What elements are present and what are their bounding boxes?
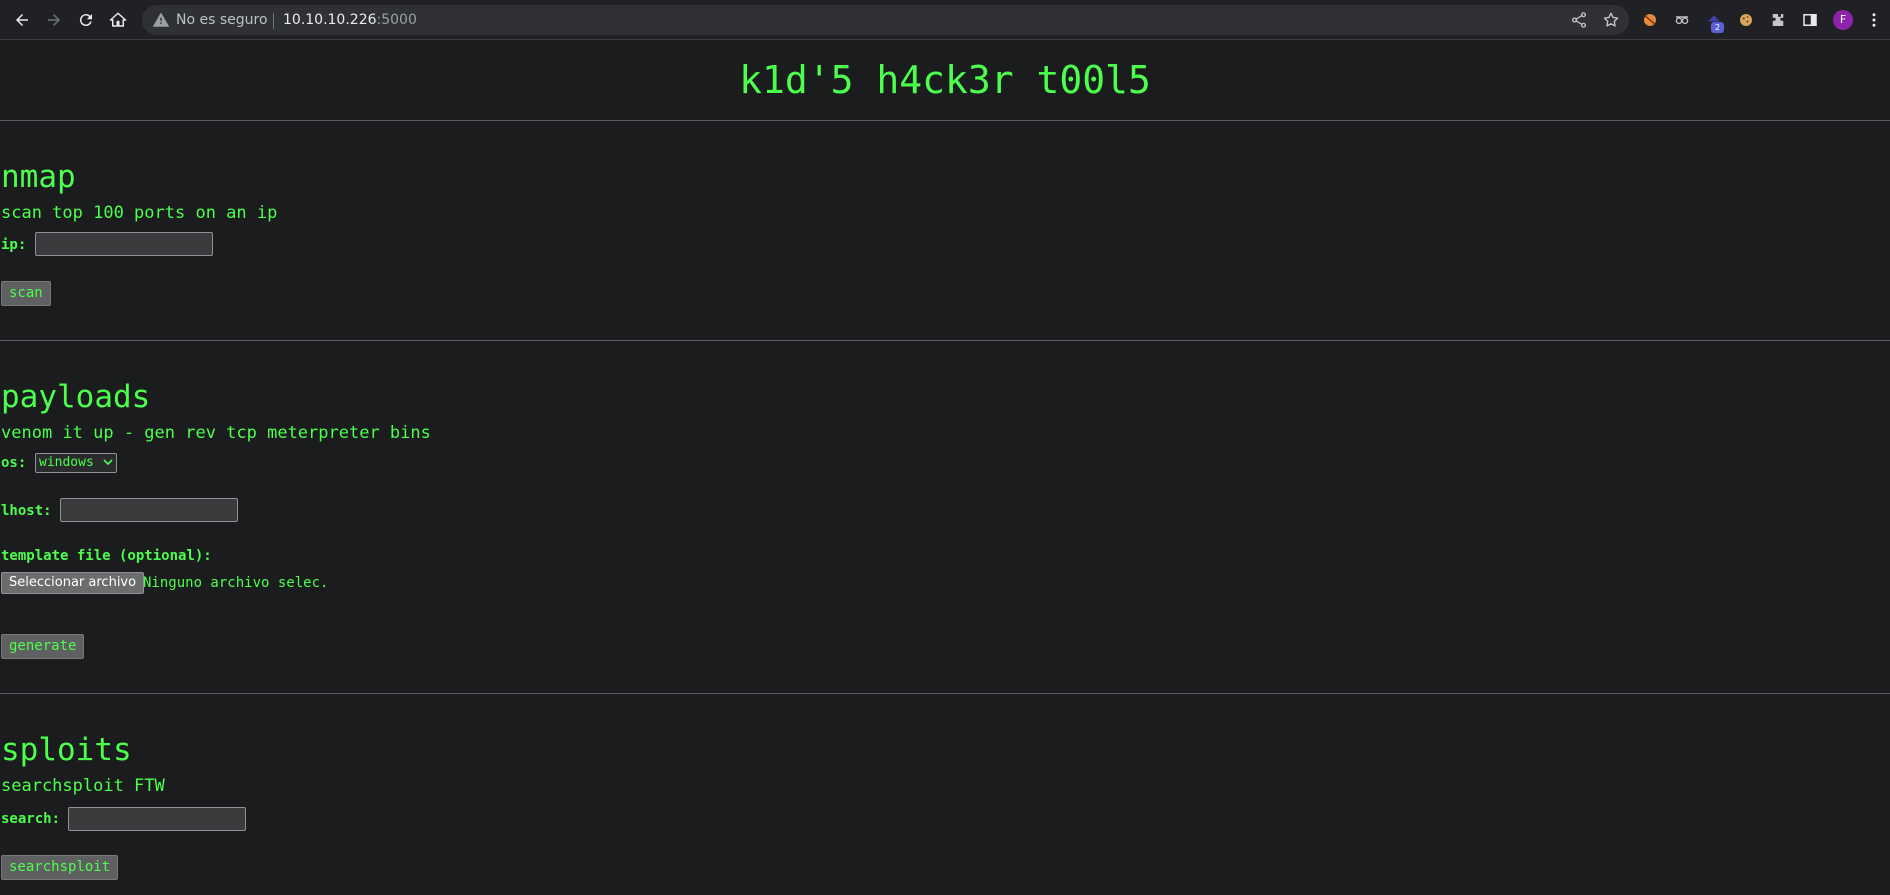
ip-input[interactable] [35, 232, 213, 256]
puzzle-icon[interactable] [1768, 10, 1788, 30]
extension-orange-icon[interactable] [1640, 10, 1660, 30]
divider [0, 120, 1890, 121]
lhost-label: lhost: [1, 503, 52, 519]
bookmark-star-icon[interactable] [1602, 11, 1620, 29]
share-icon[interactable] [1570, 11, 1588, 29]
extension-cookie-icon[interactable] [1736, 10, 1756, 30]
sploits-heading: sploits [1, 732, 132, 768]
payloads-heading: payloads [1, 379, 151, 415]
template-file-label: template file (optional): [1, 548, 212, 564]
file-status-text: Ninguno archivo selec. [143, 575, 329, 591]
generate-button[interactable]: generate [1, 634, 85, 659]
extension-badge: 2 [1711, 22, 1724, 33]
forward-icon[interactable] [42, 8, 66, 32]
ip-label: ip: [1, 237, 27, 253]
home-icon[interactable] [106, 8, 130, 32]
searchsploit-button[interactable]: searchsploit [1, 855, 119, 880]
reload-icon[interactable] [74, 8, 98, 32]
divider [0, 340, 1890, 341]
browser-toolbar: No es seguro 10.10.10.226:5000 2 F [0, 0, 1890, 40]
os-select-value: windows [39, 455, 94, 470]
url-port: :5000 [376, 12, 417, 28]
address-bar[interactable]: No es seguro 10.10.10.226:5000 [142, 5, 1629, 35]
search-input[interactable] [68, 807, 246, 831]
side-panel-icon[interactable] [1800, 10, 1820, 30]
os-label: os: [1, 455, 27, 471]
security-label[interactable]: No es seguro [176, 11, 268, 29]
nmap-heading: nmap [1, 159, 76, 195]
back-icon[interactable] [10, 8, 34, 32]
omnibox-divider [273, 13, 274, 29]
extension-spy-icon[interactable] [1672, 10, 1692, 30]
page-title: k1d'5 h4ck3r t00l5 [739, 58, 1151, 102]
choose-file-button[interactable]: Seleccionar archivo [1, 572, 145, 594]
divider [0, 693, 1890, 694]
payloads-description: venom it up - gen rev tcp meterpreter bi… [1, 423, 431, 443]
more-menu-icon[interactable] [1864, 10, 1884, 30]
scan-button[interactable]: scan [1, 281, 51, 306]
os-select[interactable]: windows [35, 453, 117, 473]
nmap-description: scan top 100 ports on an ip [1, 203, 278, 223]
lhost-input[interactable] [60, 498, 238, 522]
url-text[interactable]: 10.10.10.226:5000 [283, 11, 417, 29]
url-host: 10.10.10.226 [283, 12, 377, 28]
warning-icon[interactable] [152, 11, 170, 29]
chevron-down-icon [103, 459, 113, 466]
sploits-description: searchsploit FTW [1, 776, 165, 796]
search-label: search: [1, 811, 61, 827]
profile-avatar[interactable]: F [1833, 10, 1853, 30]
